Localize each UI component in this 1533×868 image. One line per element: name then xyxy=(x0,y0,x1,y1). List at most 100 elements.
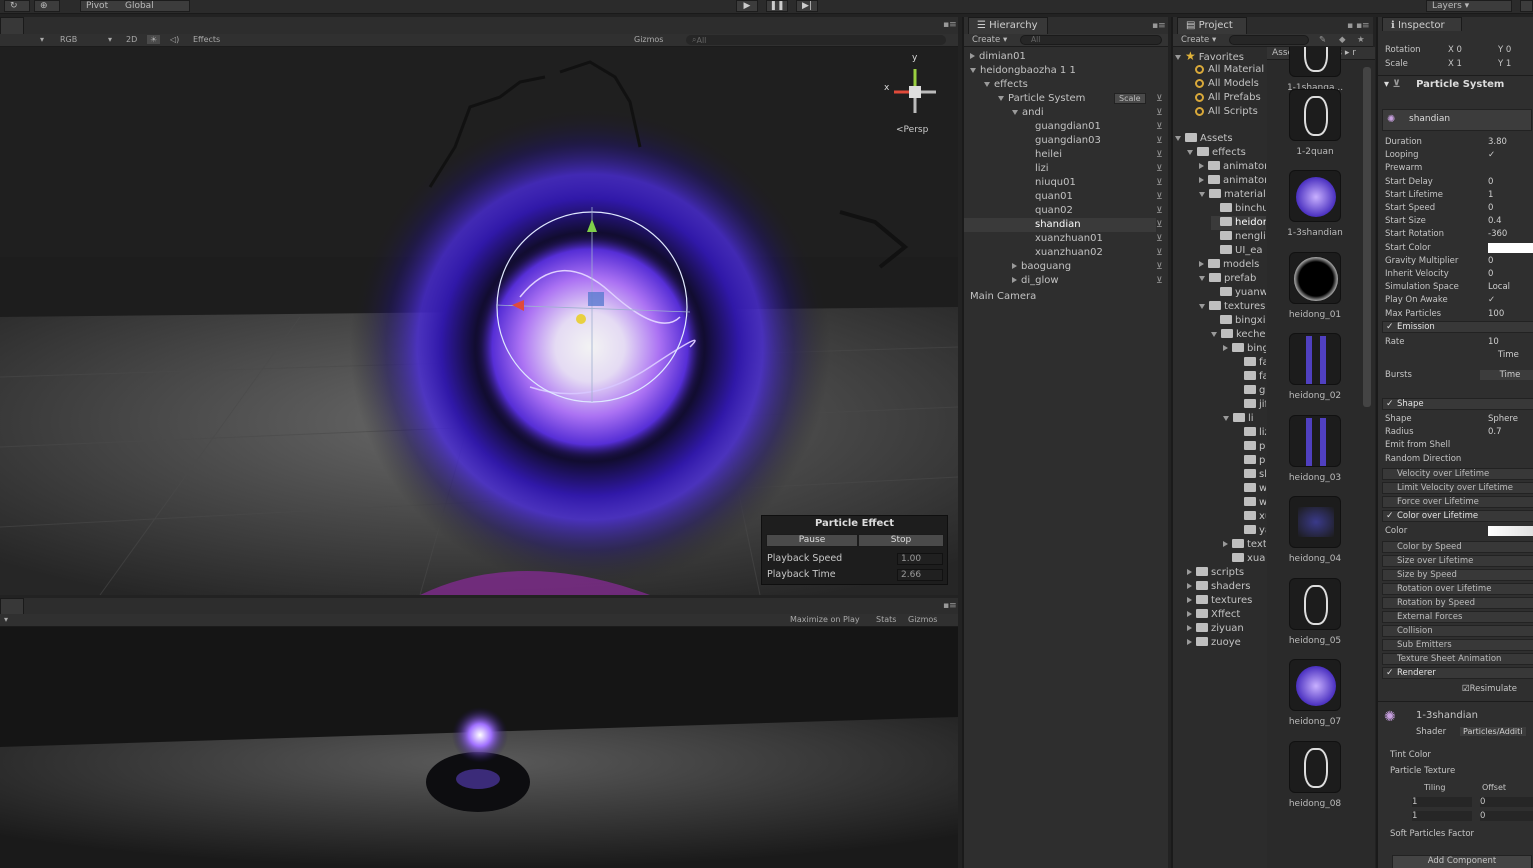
hierarchy-item[interactable]: lizi xyxy=(1026,162,1049,176)
offset-y-field[interactable]: 0 xyxy=(1480,811,1533,821)
folder-item[interactable]: ziyuan xyxy=(1187,622,1244,636)
folder-item[interactable]: sha xyxy=(1235,468,1266,482)
project-create-dropdown[interactable]: Create ▾ xyxy=(1181,35,1216,45)
project-folder-tree[interactable]: ★ Favorites All Material All Models All Pref… xyxy=(1173,47,1266,868)
folder-item[interactable]: jifen xyxy=(1235,398,1266,412)
assets-folder[interactable]: Assets xyxy=(1175,132,1233,146)
hierarchy-item[interactable]: heidongbaozha 1 1 xyxy=(970,64,1076,78)
tiling-x-field[interactable]: 1 xyxy=(1412,797,1472,807)
module-header[interactable]: Rotation over Lifetime xyxy=(1382,583,1533,595)
property-value[interactable]: 0.4 xyxy=(1488,216,1502,226)
folder-item[interactable]: materials xyxy=(1199,188,1266,202)
scene-search-input[interactable]: ⌕ All xyxy=(686,35,946,45)
add-component-button[interactable]: Add Component xyxy=(1392,855,1532,868)
hierarchy-item[interactable]: shandian xyxy=(964,218,1156,232)
emission-module-header[interactable]: ✓ Emission xyxy=(1382,321,1533,333)
maximize-on-play-toggle[interactable]: Maximize on Play xyxy=(790,615,860,624)
favorite-item[interactable]: All Models xyxy=(1195,77,1259,91)
shading-mode-dropdown[interactable]: RGB xyxy=(60,35,77,44)
2d-toggle[interactable]: 2D xyxy=(126,35,137,44)
property-value[interactable]: 0 xyxy=(1488,269,1493,279)
expand-arrow-icon[interactable] xyxy=(970,67,976,73)
folder-item[interactable]: textures xyxy=(1199,300,1265,314)
module-header[interactable]: Collision xyxy=(1382,625,1533,637)
tab-scene[interactable] xyxy=(0,17,24,34)
asset-thumbnail[interactable] xyxy=(1289,496,1341,548)
scale-y-field[interactable]: Y 1 xyxy=(1498,59,1511,69)
hierarchy-item[interactable]: Main Camera xyxy=(970,290,1036,304)
shape-property-value[interactable]: 0.7 xyxy=(1488,427,1502,437)
tab-project[interactable]: ▤ Project xyxy=(1177,17,1247,34)
property-value[interactable]: ✓ xyxy=(1488,295,1495,305)
shape-module-header[interactable]: ✓ Shape xyxy=(1382,398,1533,410)
module-header[interactable]: Force over Lifetime xyxy=(1382,496,1533,508)
folder-item[interactable]: animator xyxy=(1199,160,1266,174)
hierarchy-menu-icon[interactable]: ▪≡ xyxy=(1152,21,1166,31)
asset-thumbnail[interactable] xyxy=(1289,740,1341,793)
module-header[interactable]: Limit Velocity over Lifetime xyxy=(1382,482,1533,494)
asset-thumbnail[interactable] xyxy=(1289,414,1341,467)
module-header[interactable]: Size over Lifetime xyxy=(1382,555,1533,567)
panel-menu-icon[interactable]: ▪≡ xyxy=(943,20,957,30)
hierarchy-item[interactable]: andi xyxy=(1012,106,1044,120)
stats-toggle[interactable]: Stats xyxy=(876,615,896,624)
game-view[interactable] xyxy=(0,627,958,868)
project-asset-grid[interactable]: Assets ▸ effects ▸ r 1-1shanga...1-2quan… xyxy=(1267,47,1375,868)
hand-tool-button[interactable]: ↻ xyxy=(4,0,30,12)
folder-item[interactable]: fazh xyxy=(1235,370,1266,384)
hierarchy-item[interactable]: baoguang xyxy=(1012,260,1071,274)
scaled-badge[interactable]: Scale xyxy=(1114,93,1146,104)
property-value[interactable]: 1 xyxy=(1488,190,1493,200)
asset-thumbnail[interactable] xyxy=(1289,47,1341,77)
shader-dropdown[interactable]: Particles/Additi xyxy=(1460,727,1526,736)
folder-item[interactable]: kecheng xyxy=(1211,328,1266,342)
expand-arrow-icon[interactable] xyxy=(970,53,975,59)
folder-item[interactable]: zuoye xyxy=(1187,636,1241,650)
folder-item[interactable]: bing xyxy=(1223,342,1266,356)
hierarchy-item[interactable]: effects xyxy=(984,78,1028,92)
offset-x-field[interactable]: 0 xyxy=(1480,797,1533,807)
folder-item[interactable]: Xffect xyxy=(1187,608,1240,622)
project-search-input[interactable] xyxy=(1229,35,1309,45)
module-header[interactable]: Texture Sheet Animation xyxy=(1382,653,1533,665)
pivot-global-toggle[interactable]: Pivot Global xyxy=(80,0,190,12)
folder-item[interactable]: UI_ea xyxy=(1211,244,1263,258)
asset-thumbnail[interactable] xyxy=(1289,170,1341,222)
property-value[interactable]: ✓ xyxy=(1488,150,1495,160)
folder-item[interactable]: models xyxy=(1199,258,1259,272)
play-button[interactable]: ▶ xyxy=(736,0,758,12)
lighting-toggle-icon[interactable]: ☀ xyxy=(147,35,161,44)
module-header[interactable]: Velocity over Lifetime xyxy=(1382,468,1533,480)
tiling-y-field[interactable]: 1 xyxy=(1412,811,1472,821)
particle-system-header[interactable]: ▾ ⊻ Particle System xyxy=(1384,79,1504,90)
expand-arrow-icon[interactable] xyxy=(984,81,990,87)
favorites-header[interactable]: ★ Favorites xyxy=(1175,49,1244,63)
playback-time-field[interactable]: 2.66 xyxy=(897,569,943,581)
hierarchy-item[interactable]: quan02 xyxy=(1026,204,1073,218)
hierarchy-item[interactable]: guangdian03 xyxy=(1026,134,1101,148)
pause-particle-button[interactable]: Pause xyxy=(766,534,858,547)
folder-item[interactable]: scripts xyxy=(1187,566,1244,580)
hierarchy-item[interactable]: quan01 xyxy=(1026,190,1073,204)
folder-item[interactable]: lizi xyxy=(1235,426,1266,440)
folder-item[interactable]: effects xyxy=(1187,146,1246,160)
project-lock-icon[interactable]: ▪ ▪≡ xyxy=(1347,21,1370,31)
folder-item[interactable]: part xyxy=(1235,440,1266,454)
property-value[interactable]: 0 xyxy=(1488,256,1493,266)
favorite-item[interactable]: All Material xyxy=(1195,63,1264,77)
folder-item[interactable]: bingxi xyxy=(1211,314,1266,328)
rotation-x-field[interactable]: X 0 xyxy=(1448,45,1462,55)
module-header[interactable]: Color by Speed xyxy=(1382,541,1533,553)
tab-inspector[interactable]: ℹ Inspector xyxy=(1382,17,1462,31)
asset-thumbnail[interactable] xyxy=(1289,659,1341,711)
expand-arrow-icon[interactable] xyxy=(998,95,1004,101)
favorite-item[interactable]: All Scripts xyxy=(1195,105,1258,119)
start-color-swatch[interactable] xyxy=(1488,242,1533,253)
step-button[interactable]: ▶| xyxy=(796,0,818,12)
hierarchy-item[interactable]: niuqu01 xyxy=(1026,176,1076,190)
asset-thumbnail[interactable] xyxy=(1289,577,1341,630)
module-header[interactable]: Rotation by Speed xyxy=(1382,597,1533,609)
property-value[interactable]: Local xyxy=(1488,282,1510,292)
property-value[interactable]: 100 xyxy=(1488,309,1504,319)
folder-item[interactable]: yuanw xyxy=(1211,286,1266,300)
